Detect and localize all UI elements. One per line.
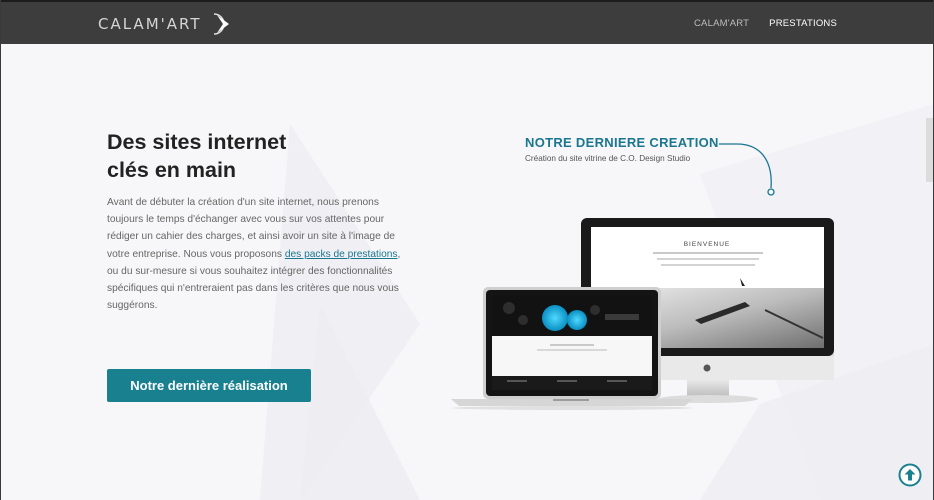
creation-subtitle: Création du site vitrine de C.O. Design … <box>525 154 691 163</box>
hero-title-line2: clés en main <box>107 158 237 182</box>
hero-paragraph: Avant de débuter la création d'un site i… <box>107 194 412 314</box>
creation-title: NOTRE DERNIERE CREATION <box>525 135 719 150</box>
latest-work-button[interactable]: Notre dernière réalisation <box>107 369 311 402</box>
curve-arrow-icon <box>719 143 775 196</box>
nav-item-prestations[interactable]: PRESTATIONS <box>769 18 837 29</box>
logo-mark-icon <box>213 13 229 35</box>
main-nav: CALAM'ART PRESTATIONS <box>694 2 837 44</box>
hero-title-line1: Des sites internet <box>107 130 287 154</box>
nav-item-calamart[interactable]: CALAM'ART <box>694 18 749 29</box>
screen-heading: BIENVENUE <box>684 241 731 248</box>
window-frame-left <box>0 0 1 500</box>
logo-text: CALAM'ART <box>98 15 202 33</box>
arrow-up-circle-icon[interactable] <box>898 463 922 487</box>
packs-link[interactable]: des packs de prestations <box>285 249 398 260</box>
site-logo[interactable]: CALAM'ART <box>98 11 234 37</box>
devices-mockup: BIENVENUE <box>451 218 834 410</box>
hero-title: Des sites internet clés en main <box>107 128 367 184</box>
site-header: CALAM'ART CALAM'ART PRESTATIONS <box>1 2 933 44</box>
